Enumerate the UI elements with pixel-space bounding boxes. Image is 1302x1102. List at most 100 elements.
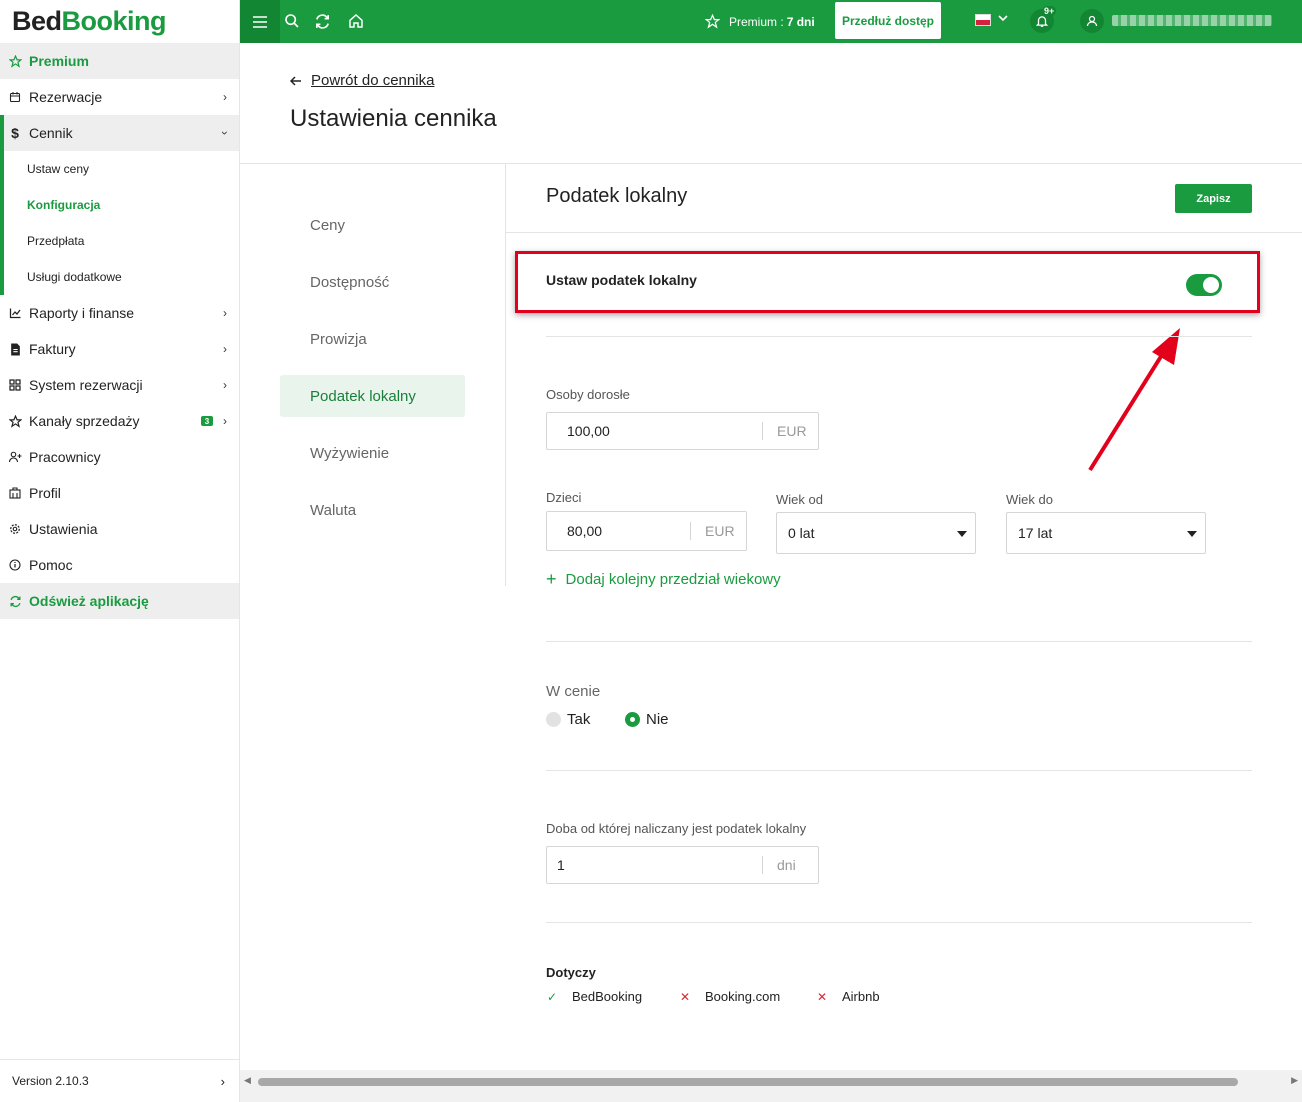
divider xyxy=(546,922,1252,923)
children-tax-value: 80,00 xyxy=(567,523,603,539)
page-title: Ustawienia cennika xyxy=(290,105,497,132)
chevron-right-icon: › xyxy=(220,1073,225,1089)
chart-icon xyxy=(8,306,22,320)
channel-name: BedBooking xyxy=(572,989,643,1004)
settings-tab-prowizja[interactable]: Prowizja xyxy=(280,318,465,360)
divider xyxy=(546,770,1252,771)
settings-tab-podatek-lokalny[interactable]: Podatek lokalny xyxy=(280,375,465,417)
submenu-item-uslugi-dodatkowe[interactable]: Usługi dodatkowe xyxy=(0,259,239,295)
sidebar-item-faktury[interactable]: Faktury › xyxy=(0,331,239,367)
chevron-right-icon: › xyxy=(223,342,227,356)
channel-name: Airbnb xyxy=(842,989,880,1004)
avatar[interactable] xyxy=(1080,9,1104,33)
submenu-item-konfiguracja[interactable]: Konfiguracja xyxy=(0,187,239,223)
sidebar-item-pomoc[interactable]: Pomoc xyxy=(0,547,239,583)
version-footer[interactable]: Version 2.10.3 › xyxy=(0,1059,239,1102)
divider xyxy=(546,641,1252,642)
divider xyxy=(506,232,1302,233)
sidebar-item-cennik[interactable]: $ Cennik › xyxy=(0,115,239,151)
settings-tab-waluta[interactable]: Waluta xyxy=(280,489,465,531)
logo-text-booking: Booking xyxy=(61,6,167,36)
sidebar-item-label: Odśwież aplikację xyxy=(29,593,149,609)
night-from-label: Doba od której naliczany jest podatek lo… xyxy=(546,821,807,836)
children-tax-input[interactable]: 80,00 EUR xyxy=(546,511,747,551)
star-icon xyxy=(8,414,22,428)
chevron-right-icon: › xyxy=(223,378,227,392)
chevron-down-icon[interactable] xyxy=(998,13,1008,26)
sidebar-item-label: Rezerwacje xyxy=(29,89,103,105)
horizontal-scrollbar[interactable]: ◀ ▶ xyxy=(240,1070,1302,1102)
plus-icon: + xyxy=(546,569,557,589)
scrollbar-thumb[interactable] xyxy=(258,1078,1238,1086)
chevron-right-icon: › xyxy=(223,90,227,104)
applies-bedbooking: ✓ BedBooking xyxy=(546,989,642,1004)
settings-tab-dostepnosc[interactable]: Dostępność xyxy=(280,261,465,303)
chevron-down-icon: › xyxy=(218,131,232,135)
arrow-left-icon xyxy=(289,73,302,89)
notification-count-badge: 9+ xyxy=(1042,6,1057,16)
radio-tak[interactable]: Tak xyxy=(546,711,590,728)
night-from-value: 1 xyxy=(557,857,565,873)
sidebar-item-kanaly-sprzedazy[interactable]: Kanały sprzedaży 3 › xyxy=(0,403,239,439)
age-to-select[interactable]: 17 lat xyxy=(1006,512,1206,554)
search-icon[interactable] xyxy=(282,11,302,31)
annotation-arrow xyxy=(1088,328,1180,472)
cross-icon: ✕ xyxy=(679,989,691,1004)
children-label: Dzieci xyxy=(546,490,582,505)
settings-tab-ceny[interactable]: Ceny xyxy=(280,204,465,246)
hamburger-menu-icon[interactable] xyxy=(240,0,280,43)
night-from-input[interactable]: 1 dni xyxy=(546,846,819,884)
chevron-right-icon: › xyxy=(223,414,227,428)
applies-airbnb: ✕ Airbnb xyxy=(816,989,880,1004)
sidebar-item-label: System rezerwacji xyxy=(29,377,143,393)
version-label: Version 2.10.3 xyxy=(12,1074,89,1088)
currency-unit: EUR xyxy=(762,422,818,440)
sidebar-item-pracownicy[interactable]: Pracownicy xyxy=(0,439,239,475)
save-button[interactable]: Zapisz xyxy=(1175,184,1252,213)
adults-tax-value: 100,00 xyxy=(567,423,610,439)
sidebar: Bed Booking Premium Rezerwacje › $ Cennik… xyxy=(0,0,240,1102)
sidebar-item-raporty[interactable]: Raporty i finanse › xyxy=(0,295,239,331)
sidebar-item-label: Cennik xyxy=(29,125,73,141)
home-icon[interactable] xyxy=(346,11,366,31)
adults-tax-input[interactable]: 100,00 EUR xyxy=(546,412,819,450)
logo[interactable]: Bed Booking xyxy=(0,0,239,43)
building-icon xyxy=(8,486,22,500)
age-from-label: Wiek od xyxy=(776,492,823,507)
premium-days: 7 dni xyxy=(786,14,815,29)
submenu-item-przedplata[interactable]: Przedpłata xyxy=(0,223,239,259)
radio-nie[interactable]: Nie xyxy=(625,711,669,728)
days-unit: dni xyxy=(762,856,818,874)
extend-access-button[interactable]: Przedłuż dostęp xyxy=(835,2,941,39)
submenu-item-ustaw-ceny[interactable]: Ustaw ceny xyxy=(0,151,239,187)
sidebar-item-system-rezerwacji[interactable]: System rezerwacji › xyxy=(0,367,239,403)
chevron-right-icon: › xyxy=(223,306,227,320)
logo-text-bed: Bed xyxy=(12,6,62,36)
scroll-left-arrow-icon[interactable]: ◀ xyxy=(244,1075,251,1086)
sidebar-item-profil[interactable]: Profil xyxy=(0,475,239,511)
sidebar-item-rezerwacje[interactable]: Rezerwacje › xyxy=(0,79,239,115)
radio-label: Tak xyxy=(567,711,591,728)
sidebar-item-ustawienia[interactable]: Ustawienia xyxy=(0,511,239,547)
sidebar-item-premium[interactable]: Premium xyxy=(0,43,239,79)
count-badge: 3 xyxy=(201,416,213,426)
sidebar-item-label: Kanały sprzedaży xyxy=(29,413,140,429)
sidebar-item-label: Ustawienia xyxy=(29,521,98,537)
scroll-right-arrow-icon[interactable]: ▶ xyxy=(1291,1075,1298,1086)
grid-icon xyxy=(8,378,22,392)
gear-icon xyxy=(8,522,22,536)
user-email-blurred[interactable] xyxy=(1112,15,1272,26)
polish-flag-icon[interactable] xyxy=(975,14,991,26)
back-to-pricelist-link[interactable]: Powrót do cennika xyxy=(289,72,435,89)
sync-icon[interactable] xyxy=(312,11,332,31)
sidebar-item-label: Raporty i finanse xyxy=(29,305,135,321)
star-icon xyxy=(705,14,720,29)
refresh-app-button[interactable]: Odśwież aplikację xyxy=(0,583,239,619)
add-age-range-button[interactable]: + Dodaj kolejny przedział wiekowy xyxy=(546,569,781,590)
settings-tab-wyzywienie[interactable]: Wyżywienie xyxy=(280,432,465,474)
back-link-label: Powrót do cennika xyxy=(311,72,435,89)
sidebar-item-label: Pracownicy xyxy=(29,449,101,465)
sidebar-item-label: Profil xyxy=(29,485,61,501)
age-from-select[interactable]: 0 lat xyxy=(776,512,976,554)
age-to-label: Wiek do xyxy=(1006,492,1053,507)
